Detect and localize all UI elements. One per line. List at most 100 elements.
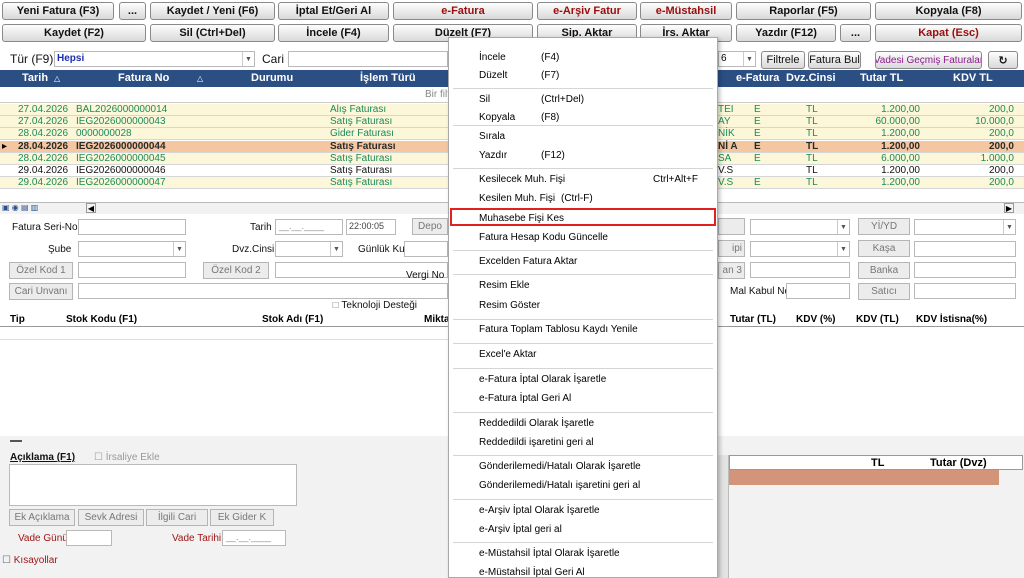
col-kdv-yuzde[interactable]: KDV (%) (796, 314, 835, 325)
more-button[interactable]: ... (119, 2, 146, 20)
banka-button[interactable]: Banka (858, 262, 910, 279)
right-select-1[interactable]: ▼ (750, 219, 850, 235)
col-stok-kodu[interactable]: Stok Kodu (F1) (66, 314, 137, 325)
col-kdv-tl[interactable]: KDV (TL) (856, 314, 899, 325)
menu-item[interactable]: Kesilen Muh. Fişi (479, 193, 555, 204)
sevk-adresi-button[interactable]: Sevk Adresi (78, 509, 144, 526)
ozel-kod-3-button[interactable]: an 3 (718, 262, 745, 279)
col-kdv-tl[interactable]: KDV TL (953, 72, 993, 84)
yi-yd-button[interactable]: Yİ/YD (858, 218, 910, 235)
ilgili-cari-button[interactable]: İlgili Cari (146, 509, 208, 526)
cari-unvani-input[interactable] (78, 283, 448, 299)
mal-kabul-input[interactable] (786, 283, 850, 299)
sube-select[interactable]: ▼ (78, 241, 186, 257)
kasa-input[interactable] (914, 241, 1016, 257)
right-select-2[interactable]: ▼ (750, 241, 850, 257)
menu-item[interactable]: Reddedildi Olarak İşaretle (479, 418, 594, 429)
col-miktar[interactable]: Mikta (424, 314, 450, 325)
ozel-kod-3-input[interactable] (750, 262, 850, 278)
ek-aciklama-button[interactable]: Ek Açıklama (9, 509, 75, 526)
inspect-button[interactable]: İncele (F4) (278, 24, 389, 42)
depo-button[interactable]: Depo (412, 218, 448, 235)
overdue-invoices-button[interactable]: Vadesi Geçmiş Faturalar (875, 51, 982, 69)
nav-icon[interactable]: ▣ ◉ ▤ ▥ (2, 203, 38, 212)
page-number-select[interactable]: 6 ▼ (718, 51, 756, 67)
col-tutar-tl[interactable]: Tutar TL (860, 72, 903, 84)
delete-button[interactable]: Sil (Ctrl+Del) (150, 24, 275, 42)
ozel-kod-1-input[interactable] (78, 262, 186, 278)
reports-button[interactable]: Raporlar (F5) (736, 2, 871, 20)
refresh-icon[interactable]: ↻ (988, 51, 1018, 69)
menu-item[interactable]: Gönderilemedi/Hatalı Olarak İşaretle (479, 461, 641, 472)
menu-item[interactable]: e-Müstahsil İptal Olarak İşaretle (479, 548, 620, 559)
close-button[interactable]: Kapat (Esc) (875, 24, 1022, 42)
tipi-button[interactable] (718, 218, 745, 235)
menu-item[interactable]: Excelden Fatura Aktar (479, 256, 577, 267)
ozel-kod-2-button[interactable]: Özel Kod 2 (203, 262, 269, 279)
menu-item[interactable]: e-Fatura İptal Geri Al (479, 393, 571, 404)
ek-gider-button[interactable]: Ek Gider K (210, 509, 274, 526)
menu-item[interactable]: İncele (479, 52, 506, 63)
col-dvz-cinsi[interactable]: Dvz.Cinsi (786, 72, 836, 84)
menu-item[interactable]: Fatura Hesap Kodu Güncelle (479, 232, 608, 243)
time-input[interactable]: 22:00:05 (346, 219, 396, 235)
irsaliye-checkbox[interactable]: ☐ İrsaliye Ekle (94, 452, 160, 463)
e-invoice-button[interactable]: e-Fatura (393, 2, 533, 20)
col-tip[interactable]: Tip (10, 314, 25, 325)
teknoloji-destegi-checkbox[interactable]: ☐ Teknoloji Desteği (332, 300, 417, 311)
print-button[interactable]: Yazdır (F12) (736, 24, 836, 42)
col-islem-turu[interactable]: İşlem Türü (360, 72, 416, 84)
find-invoice-button[interactable]: Fatura Bul (808, 51, 861, 69)
col-efatura[interactable]: e-Fatura (736, 72, 779, 84)
col-durumu[interactable]: Durumu (251, 72, 293, 84)
aciklama-textarea[interactable] (9, 464, 297, 506)
kasa-button[interactable]: Kaşa (858, 240, 910, 257)
gunluk-kur-input[interactable] (404, 241, 448, 257)
satici-button[interactable]: Satıcı (858, 283, 910, 300)
menu-item[interactable]: e-Arşiv İptal geri al (479, 524, 562, 535)
col-tarih[interactable]: Tarih (22, 72, 48, 84)
yi-yd-select[interactable]: ▼ (914, 219, 1016, 235)
fatura-seri-no-input[interactable] (78, 219, 186, 235)
scroll-left-icon[interactable]: ◀ (86, 203, 96, 213)
new-invoice-button[interactable]: Yeni Fatura (F3) (2, 2, 114, 20)
menu-item[interactable]: Sil (479, 94, 490, 105)
save-new-button[interactable]: Kaydet / Yeni (F6) (150, 2, 275, 20)
menu-item[interactable]: Kopyala (479, 112, 515, 123)
menu-item[interactable]: Gönderilemedi/Hatalı işaretini geri al (479, 480, 640, 491)
copy-button[interactable]: Kopyala (F8) (875, 2, 1022, 20)
vade-tarihi-input[interactable]: __.__.____ (222, 530, 286, 546)
satici-input[interactable] (914, 283, 1016, 299)
ozel-kod-1-button[interactable]: Özel Kod 1 (9, 262, 73, 279)
col-fatura-no[interactable]: Fatura No (118, 72, 169, 84)
panel-toggle-icon[interactable] (10, 440, 22, 442)
e-producer-button[interactable]: e-Müstahsil (640, 2, 732, 20)
menu-item[interactable]: Reddedildi işaretini geri al (479, 437, 594, 448)
tipi-button-2[interactable]: ipi (718, 240, 745, 257)
e-archive-button[interactable]: e-Arşiv Fatur (537, 2, 637, 20)
dvz-cinsi-select[interactable]: ▼ (275, 241, 343, 257)
cari-input[interactable] (288, 51, 448, 67)
menu-item[interactable]: Yazdır (479, 150, 507, 161)
col-kdv-istisna[interactable]: KDV İstisna(%) (916, 314, 987, 325)
tarih-input[interactable]: __.__.____ (275, 219, 343, 235)
menu-item[interactable]: e-Fatura İptal Olarak İşaretle (479, 374, 606, 385)
menu-item[interactable]: Sırala (479, 131, 505, 142)
scroll-right-icon[interactable]: ▶ (1004, 203, 1014, 213)
type-select[interactable]: Hepsi ▼ (54, 51, 255, 67)
more-button-2[interactable]: ... (840, 24, 871, 42)
totals-row[interactable] (729, 470, 999, 485)
cancel-revert-button[interactable]: İptal Et/Geri Al (278, 2, 389, 20)
kisayollar-checkbox[interactable]: ☐ Kısayollar (2, 555, 58, 566)
cari-unvani-button[interactable]: Cari Unvanı (9, 283, 73, 300)
menu-item[interactable]: e-Müstahsil İptal Geri Al (479, 567, 585, 578)
menu-item[interactable]: Kesilecek Muh. Fişi (479, 174, 565, 185)
col-stok-adi[interactable]: Stok Adı (F1) (262, 314, 323, 325)
filter-button[interactable]: Filtrele (761, 51, 805, 69)
vade-gunu-input[interactable] (66, 530, 112, 546)
menu-item[interactable]: Resim Ekle (479, 280, 530, 291)
lines-grid-empty-row[interactable] (0, 327, 448, 340)
menu-item[interactable]: Fatura Toplam Tablosu Kaydı Yenile (479, 324, 638, 335)
menu-item[interactable]: Düzelt (479, 70, 507, 81)
save-button[interactable]: Kaydet (F2) (2, 24, 146, 42)
